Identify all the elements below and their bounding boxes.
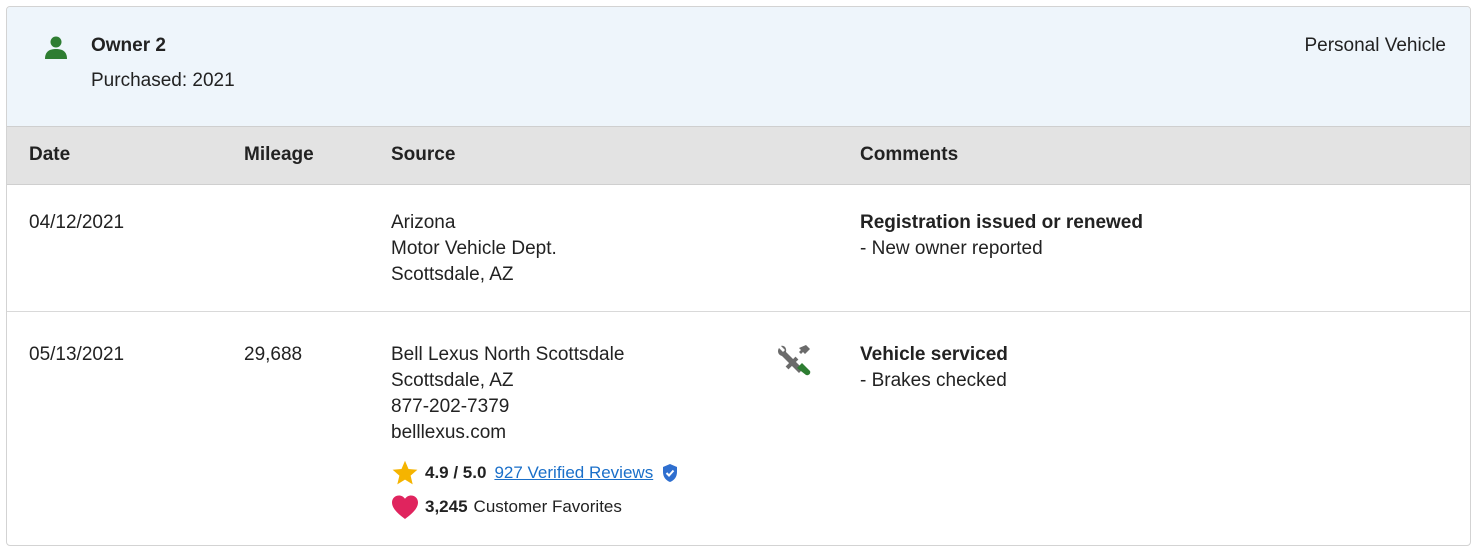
source-line: Scottsdale, AZ [391, 264, 514, 285]
row-source: Bell Lexus North Scottsdale Scottsdale, … [391, 342, 624, 446]
owner-header: Owner 2 Purchased: 2021 Personal Vehicle [7, 7, 1470, 127]
rating-value: 4.9 / 5.0 [425, 463, 487, 482]
row-date: 05/13/2021 [29, 344, 125, 365]
dealer-location: Scottsdale, AZ [391, 370, 514, 391]
column-header-comments: Comments [860, 144, 959, 165]
row-mileage: 29,688 [244, 344, 303, 365]
row-date: 04/12/2021 [29, 212, 125, 233]
verified-reviews-link[interactable]: 927 Verified Reviews [494, 463, 653, 483]
star-icon [392, 460, 418, 485]
row-comments: Registration issued or renewed - New own… [860, 210, 1143, 262]
table-header: Date Mileage Source Comments [7, 127, 1470, 185]
dealer-name: Bell Lexus North Scottsdale [391, 344, 625, 365]
owner-title: Owner 2 [91, 35, 166, 56]
table-row: 04/12/2021 Arizona Motor Vehicle Dept. S… [7, 185, 1470, 312]
comment-title: Registration issued or renewed [860, 212, 1143, 233]
table-row: 05/13/2021 29,688 Bell Lexus North Scott… [7, 312, 1470, 545]
dealer-rating: 4.9 / 5.0 927 Verified Reviews [391, 460, 679, 486]
verified-shield-icon [663, 464, 678, 482]
column-header-source: Source [391, 144, 456, 165]
comment-title: Vehicle serviced [860, 344, 1008, 365]
column-header-date: Date [29, 144, 71, 165]
source-line: Motor Vehicle Dept. [391, 238, 557, 259]
comment-detail: - New owner reported [860, 238, 1043, 259]
comment-detail: - Brakes checked [860, 370, 1007, 391]
vehicle-type: Personal Vehicle [1304, 35, 1446, 56]
source-line: Arizona [391, 212, 456, 233]
row-source: Arizona Motor Vehicle Dept. Scottsdale, … [391, 210, 557, 288]
dealer-phone: 877-202-7379 [391, 396, 510, 417]
customer-favorites: 3,245 Customer Favorites [391, 494, 622, 520]
favorites-label: Customer Favorites [473, 497, 622, 516]
column-header-mileage: Mileage [244, 144, 314, 165]
wrench-screwdriver-icon [778, 345, 811, 376]
purchased-year: Purchased: 2021 [91, 70, 235, 91]
dealer-website: belllexus.com [391, 422, 507, 443]
owner-history-card: Owner 2 Purchased: 2021 Personal Vehicle… [6, 6, 1471, 546]
heart-icon [392, 495, 418, 519]
person-icon [45, 36, 67, 59]
favorites-count: 3,245 [425, 497, 468, 516]
row-comments: Vehicle serviced - Brakes checked [860, 342, 1008, 394]
